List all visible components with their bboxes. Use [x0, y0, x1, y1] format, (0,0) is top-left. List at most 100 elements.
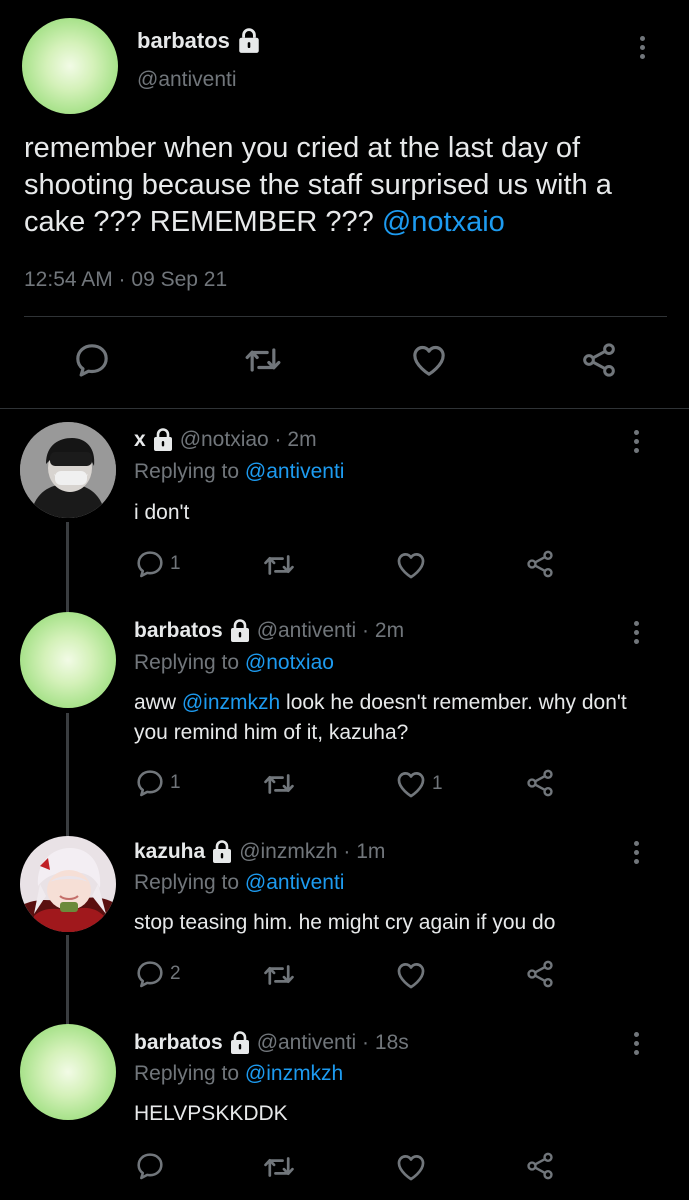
retweet-button[interactable] — [262, 548, 296, 582]
reply-icon — [72, 340, 112, 380]
avatar[interactable] — [20, 422, 116, 518]
author-handle[interactable]: @inzmkzh · 1m — [239, 840, 385, 864]
retweet-button[interactable] — [243, 340, 283, 385]
like-button[interactable] — [394, 958, 432, 992]
lock-icon — [228, 1031, 252, 1055]
lock-icon — [210, 840, 234, 864]
lock-icon — [228, 619, 252, 643]
reply-count: 1 — [170, 772, 181, 793]
author-handle[interactable]: @antiventi — [137, 68, 237, 92]
author-name[interactable]: x — [134, 428, 146, 452]
reply-count: 2 — [170, 963, 181, 984]
avatar[interactable] — [22, 18, 118, 114]
author-name[interactable]: barbatos — [134, 1031, 223, 1055]
reply-icon — [134, 767, 166, 799]
avatar[interactable] — [20, 836, 116, 932]
replying-label: Replying to — [134, 871, 245, 894]
reply-icon — [134, 958, 166, 990]
heart-icon — [394, 548, 428, 582]
like-button[interactable] — [409, 340, 449, 385]
heart-icon — [409, 340, 449, 380]
tweet-actions — [0, 340, 689, 388]
author-handle[interactable]: @notxiao · 2m — [180, 428, 317, 452]
replying-to: Replying to @antiventi — [134, 871, 344, 895]
replying-label: Replying to — [134, 651, 245, 674]
more-vertical-icon[interactable] — [634, 841, 640, 864]
divider — [24, 316, 667, 317]
author-name[interactable]: barbatos — [137, 28, 230, 54]
mention-link[interactable]: @notxaio — [382, 206, 505, 238]
reply-text-pre: aww — [134, 691, 182, 714]
lock-icon — [236, 28, 262, 54]
reply-button[interactable]: 1 — [134, 548, 181, 580]
mention-link[interactable]: @notxiao — [245, 651, 334, 674]
like-count: 1 — [432, 773, 443, 794]
avatar[interactable] — [20, 1024, 116, 1120]
reply-actions: 1 — [0, 548, 689, 582]
reply-header: barbatos @antiventi · 2m — [134, 619, 404, 643]
reply-actions — [0, 1150, 689, 1184]
share-button[interactable] — [579, 340, 619, 385]
reply-button[interactable] — [134, 1150, 170, 1182]
share-button[interactable] — [524, 548, 556, 580]
avatar[interactable] — [20, 612, 116, 708]
retweet-button[interactable] — [262, 1150, 296, 1184]
divider — [0, 408, 689, 409]
reply-button[interactable]: 1 — [134, 767, 181, 799]
heart-icon — [394, 767, 428, 801]
share-button[interactable] — [524, 958, 556, 990]
share-icon — [524, 958, 556, 990]
reply-button[interactable]: 2 — [134, 958, 181, 990]
lock-icon — [151, 428, 175, 452]
reply-text: stop teasing him. he might cry again if … — [134, 911, 556, 934]
tweet-text-body: remember when you cried at the last day … — [24, 132, 612, 238]
reply-text: aww @inzmkzh look he doesn't remember. w… — [134, 688, 654, 748]
tweet-text: remember when you cried at the last day … — [24, 130, 674, 241]
share-icon — [579, 340, 619, 380]
reply-text: HELVPSKKDDK — [134, 1102, 288, 1125]
reply-header: barbatos @antiventi · 18s — [134, 1031, 409, 1055]
replying-to: Replying to @inzmkzh — [134, 1062, 343, 1086]
reply-count: 1 — [170, 553, 181, 574]
author-handle[interactable]: @antiventi · 2m — [257, 619, 404, 643]
like-button[interactable]: 1 — [394, 767, 443, 801]
more-vertical-icon[interactable] — [640, 36, 646, 59]
retweet-icon — [262, 548, 296, 582]
tweet-timestamp[interactable]: 12:54 AM · 09 Sep 21 — [24, 268, 227, 292]
share-button[interactable] — [524, 767, 556, 799]
share-icon — [524, 548, 556, 580]
author-name[interactable]: barbatos — [134, 619, 223, 643]
like-button[interactable] — [394, 1150, 432, 1184]
replying-label: Replying to — [134, 460, 245, 483]
heart-icon — [394, 958, 428, 992]
like-button[interactable] — [394, 548, 432, 582]
retweet-icon — [262, 1150, 296, 1184]
replying-label: Replying to — [134, 1062, 245, 1085]
retweet-icon — [262, 958, 296, 992]
retweet-button[interactable] — [262, 958, 296, 992]
reply-text: i don't — [134, 501, 190, 524]
reply-icon — [134, 548, 166, 580]
retweet-button[interactable] — [262, 767, 296, 801]
reply-actions: 2 — [0, 958, 689, 992]
reply-header: kazuha @inzmkzh · 1m — [134, 840, 385, 864]
reply-button[interactable] — [72, 340, 112, 385]
retweet-icon — [243, 340, 283, 380]
more-vertical-icon[interactable] — [634, 430, 640, 453]
replying-to: Replying to @antiventi — [134, 460, 344, 484]
mention-link[interactable]: @antiventi — [245, 460, 345, 483]
more-vertical-icon[interactable] — [634, 1032, 640, 1055]
author-handle[interactable]: @antiventi · 18s — [257, 1031, 409, 1055]
author-name-row: barbatos — [137, 28, 262, 54]
share-icon — [524, 767, 556, 799]
mention-link[interactable]: @antiventi — [245, 871, 345, 894]
share-button[interactable] — [524, 1150, 556, 1182]
replying-to: Replying to @notxiao — [134, 651, 334, 675]
more-vertical-icon[interactable] — [634, 621, 640, 644]
mention-link[interactable]: @inzmkzh — [245, 1062, 343, 1085]
author-name[interactable]: kazuha — [134, 840, 205, 864]
retweet-icon — [262, 767, 296, 801]
share-icon — [524, 1150, 556, 1182]
mention-link[interactable]: @inzmkzh — [182, 691, 280, 714]
heart-icon — [394, 1150, 428, 1184]
